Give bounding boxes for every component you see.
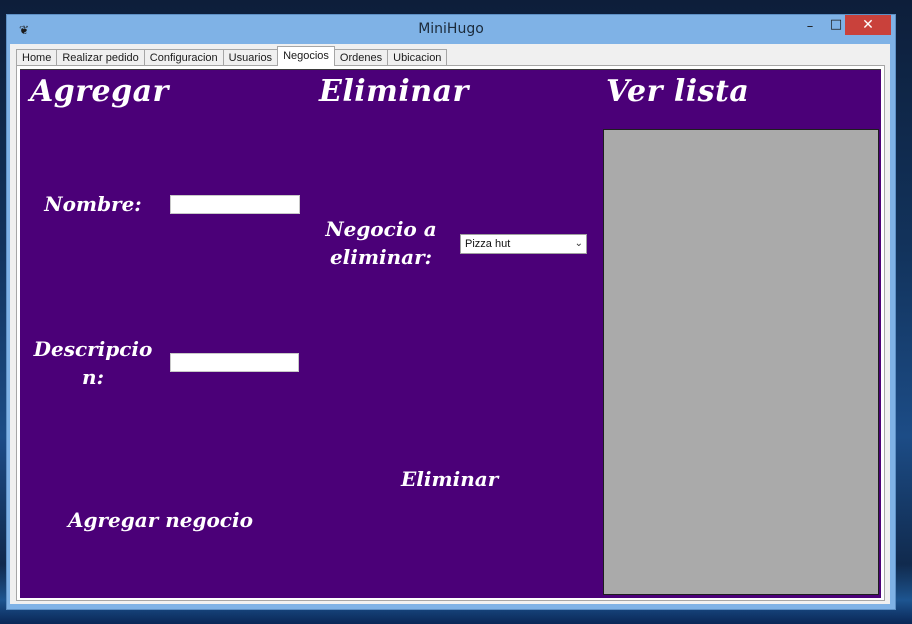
agregar-negocio-button[interactable]: Agregar negocio: [68, 508, 253, 532]
tab-configuracion[interactable]: Configuracion: [143, 49, 224, 66]
window-title: MiniHugo: [418, 21, 484, 37]
negocios-list[interactable]: [603, 129, 879, 595]
tab-ubicacion[interactable]: Ubicacion: [387, 49, 448, 66]
descripcion-label-line-1: Descripcio: [33, 337, 153, 361]
client-area: Home Realizar pedido Configuracion Usuar…: [10, 44, 890, 604]
descripcion-label: Descripcio n:: [28, 335, 158, 391]
title-bar[interactable]: ❦ MiniHugo – □ ✕: [7, 15, 895, 45]
nombre-label: Nombre:: [44, 192, 142, 216]
tab-home[interactable]: Home: [16, 49, 58, 66]
negocio-select[interactable]: Pizza hut ⌄: [460, 234, 587, 254]
ver-lista-heading: Ver lista: [606, 74, 750, 109]
tab-realizar-pedido[interactable]: Realizar pedido: [56, 49, 145, 66]
tab-negocios[interactable]: Negocios: [277, 46, 335, 66]
nombre-input[interactable]: [170, 195, 300, 214]
close-button[interactable]: ✕: [845, 15, 891, 35]
negocio-eliminar-label-line-2: eliminar:: [329, 245, 433, 269]
tab-panel-negocios: Agregar Eliminar Ver lista Nombre: Descr…: [16, 65, 885, 601]
descripcion-label-line-2: n:: [82, 365, 104, 389]
negocios-content: Agregar Eliminar Ver lista Nombre: Descr…: [20, 69, 881, 598]
tab-usuarios[interactable]: Usuarios: [222, 49, 279, 66]
tab-strip: Home Realizar pedido Configuracion Usuar…: [16, 46, 448, 66]
minimize-button[interactable]: –: [797, 17, 823, 37]
app-window: ❦ MiniHugo – □ ✕ Home Realizar pedido Co…: [6, 14, 896, 610]
negocio-eliminar-label: Negocio a eliminar:: [316, 215, 446, 271]
tab-ordenes[interactable]: Ordenes: [333, 49, 389, 66]
agregar-heading: Agregar: [30, 74, 169, 109]
descripcion-input[interactable]: [170, 353, 299, 372]
eliminar-button[interactable]: Eliminar: [401, 467, 498, 491]
chevron-down-icon[interactable]: ⌄: [575, 236, 583, 252]
eliminar-heading: Eliminar: [319, 74, 469, 109]
negocio-eliminar-label-line-1: Negocio a: [325, 217, 437, 241]
negocio-select-value: Pizza hut: [465, 238, 511, 250]
